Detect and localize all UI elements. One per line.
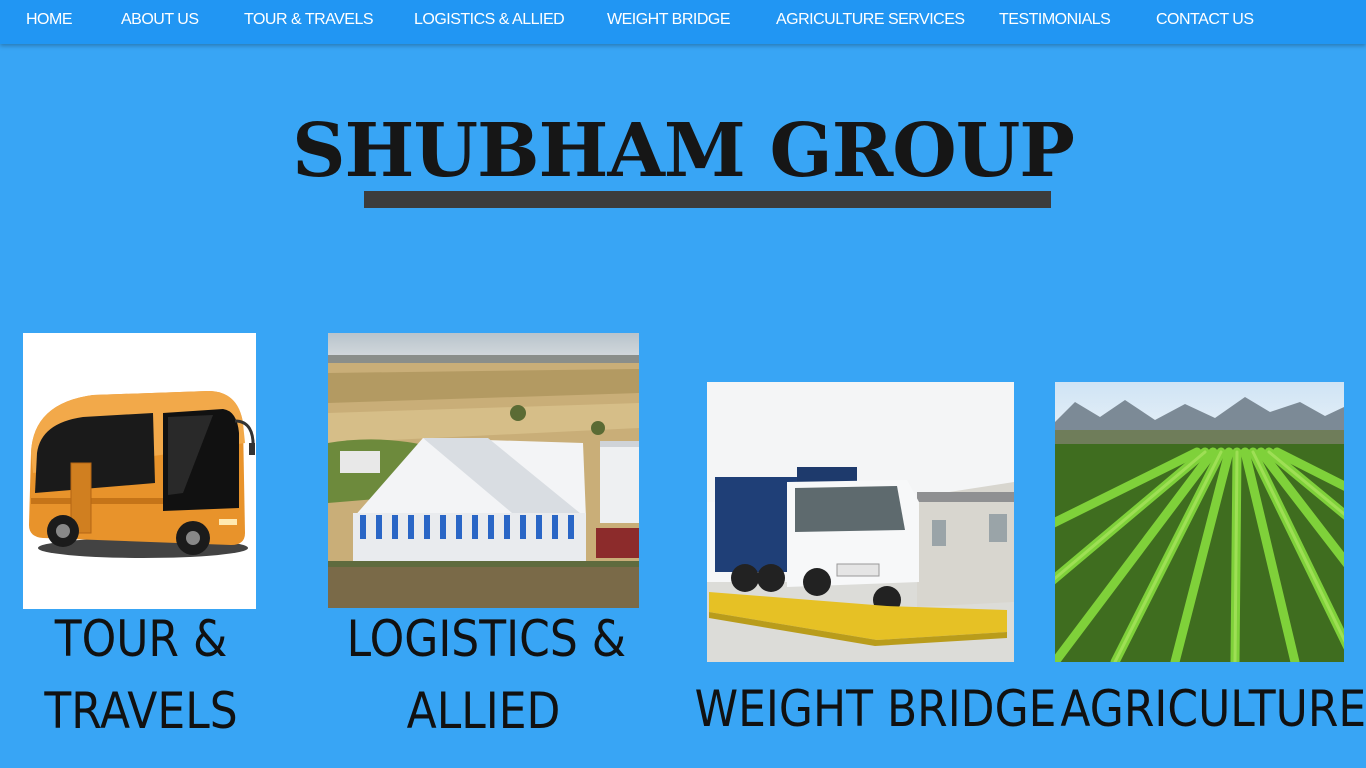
nav-testimonials[interactable]: TESTIMONIALS (999, 0, 1111, 40)
nav-weight-bridge[interactable]: WEIGHT BRIDGE (607, 0, 731, 40)
nav-logistics-allied[interactable]: LOGISTICS & ALLIED (414, 0, 565, 40)
label-logistics-allied: LOGISTICS & ALLIED (346, 603, 627, 747)
nav-tour-travels[interactable]: TOUR & TRAVELS (244, 0, 374, 40)
page-title: SHUBHAM GROUP (292, 108, 1075, 194)
crop-field-image[interactable] (1055, 382, 1344, 662)
nav-about-us[interactable]: ABOUT US (121, 0, 199, 40)
label-logistics-allied-line2: ALLIED (406, 682, 561, 740)
top-navbar: HOME ABOUT US TOUR & TRAVELS LOGISTICS &… (0, 0, 1366, 44)
label-tour-travels: TOUR & TRAVELS (20, 603, 263, 747)
label-weight-bridge: WEIGHT BRIDGE (694, 680, 1057, 738)
label-tour-travels-line2: TRAVELS (44, 682, 238, 740)
bus-image[interactable] (23, 333, 256, 609)
nav-home[interactable]: HOME (26, 0, 73, 40)
label-agriculture: AGRICULTURE (1060, 680, 1366, 738)
label-tour-travels-line1: TOUR & (54, 610, 228, 668)
warehouse-image[interactable] (328, 333, 639, 608)
nav-contact-us[interactable]: CONTACT US (1156, 0, 1254, 40)
nav-agriculture-services[interactable]: AGRICULTURE SERVICES (776, 0, 965, 40)
label-logistics-allied-line1: LOGISTICS & (346, 610, 627, 668)
weighbridge-truck-image[interactable] (707, 382, 1014, 662)
